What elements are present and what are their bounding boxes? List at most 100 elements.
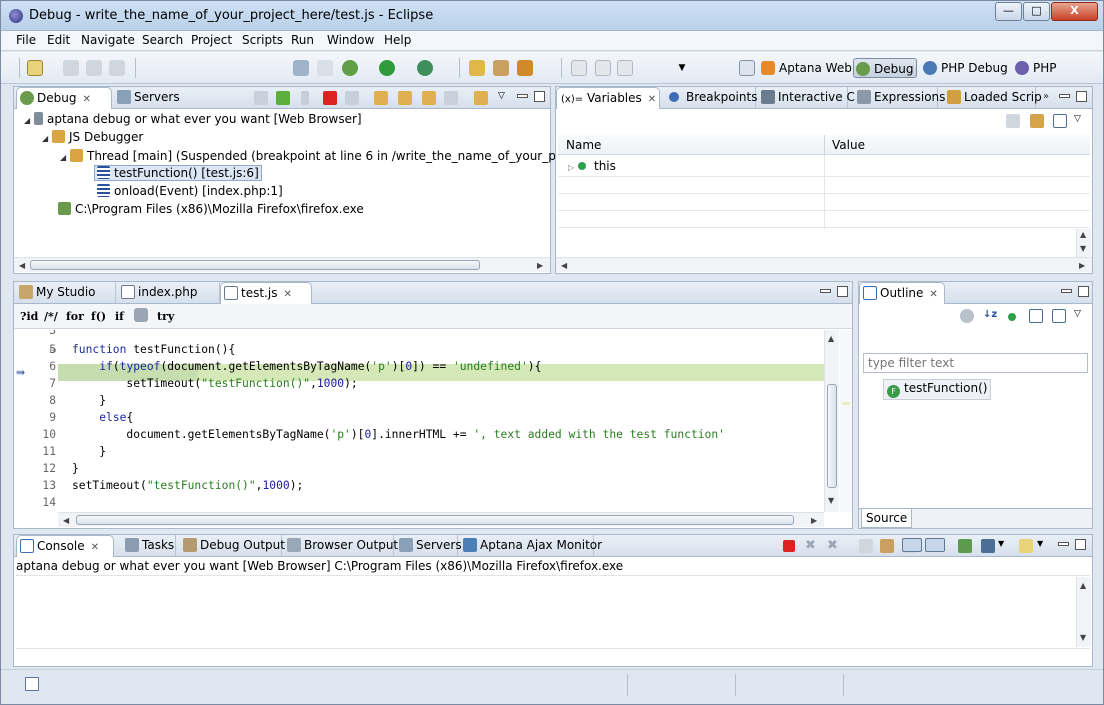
debug-bug-icon[interactable]	[342, 60, 358, 76]
outline-item-testfunction[interactable]: FtestFunction()	[883, 379, 992, 400]
suspend-icon[interactable]	[301, 91, 309, 105]
tab-tasks[interactable]: Tasks	[122, 535, 176, 557]
menu-search[interactable]: Search	[142, 33, 183, 47]
deploy-icon[interactable]	[517, 60, 533, 76]
expand-icon[interactable]: ◢	[42, 134, 52, 143]
fast-view-icon[interactable]	[25, 677, 39, 691]
expand-icon[interactable]: ▷	[568, 163, 578, 172]
display-console-icon[interactable]	[981, 539, 995, 553]
remove-all-icon[interactable]: ✖	[827, 539, 841, 553]
step-filters-icon[interactable]	[474, 91, 488, 105]
expand-icon[interactable]: ◢	[60, 153, 70, 162]
tree-launch[interactable]: ◢ aptana debug or what ever you want [Web…	[24, 112, 362, 126]
horizontal-scrollbar[interactable]: ◀ ▶	[14, 257, 550, 272]
scroll-right-icon[interactable]: ▶	[811, 516, 817, 525]
show-whitespace-icon[interactable]	[595, 60, 611, 76]
variable-row-this[interactable]: ▷ this	[568, 159, 616, 173]
close-icon[interactable]: ✕	[82, 94, 90, 105]
snippet-id[interactable]: ?id	[20, 310, 38, 323]
snippet-trident-icon[interactable]	[134, 308, 148, 322]
remove-launch-icon[interactable]: ✖	[805, 539, 819, 553]
minimize-view-icon[interactable]	[1058, 542, 1069, 546]
column-divider[interactable]	[824, 135, 825, 155]
minimize-view-icon[interactable]	[1061, 289, 1072, 293]
horizontal-scrollbar[interactable]: ◀ ▶	[58, 512, 824, 527]
tab-ajax-monitor[interactable]: Aptana Ajax Monitor	[460, 535, 602, 557]
minimize-view-icon[interactable]	[517, 94, 528, 98]
hide-fields-icon[interactable]	[960, 309, 974, 323]
new-file-icon[interactable]	[27, 60, 43, 76]
maximize-view-icon[interactable]	[534, 91, 545, 102]
stack-frame-selected[interactable]: testFunction() [test.js:6]	[94, 165, 262, 181]
outline-filter-input[interactable]	[863, 353, 1088, 373]
scroll-down-icon[interactable]: ▼	[1080, 244, 1086, 253]
new-console-icon[interactable]	[1019, 539, 1033, 553]
hide-non-public-icon[interactable]	[1008, 313, 1016, 321]
tree-process[interactable]: C:\Program Files (x86)\Mozilla Firefox\f…	[58, 202, 364, 216]
tab-servers-console[interactable]: Servers	[396, 535, 462, 557]
tab-test-js[interactable]: test.js ✕	[220, 282, 312, 304]
snippet-if[interactable]: if	[115, 310, 124, 323]
scroll-left-icon[interactable]: ◀	[561, 261, 567, 270]
scroll-up-icon[interactable]: ▲	[1080, 230, 1086, 239]
scroll-down-icon[interactable]: ▼	[828, 496, 834, 505]
maximize-button[interactable]: □	[1023, 2, 1050, 21]
overview-marker[interactable]	[842, 402, 850, 405]
view-menu-icon[interactable]: ▽	[498, 91, 512, 105]
show-type-names-icon[interactable]	[1006, 114, 1020, 128]
menu-run[interactable]: Run	[291, 33, 314, 47]
tree-debugger[interactable]: ◢ JS Debugger	[42, 130, 143, 144]
tab-expressions[interactable]: Expressions	[854, 87, 945, 109]
step-icon[interactable]	[317, 60, 333, 76]
scroll-up-icon[interactable]: ▲	[828, 334, 834, 343]
disconnect-icon[interactable]	[345, 91, 359, 105]
step-into-icon[interactable]	[374, 91, 388, 105]
block-select-icon[interactable]	[617, 60, 633, 76]
perspective-php-debug[interactable]: PHP Debug	[921, 58, 1012, 78]
collapse-all-icon[interactable]	[1029, 309, 1043, 323]
menu-edit[interactable]: Edit	[47, 33, 70, 47]
tab-breakpoints[interactable]: Breakpoints	[666, 87, 757, 109]
more-tabs-icon[interactable]: »	[1043, 91, 1057, 105]
menu-scripts[interactable]: Scripts	[242, 33, 283, 47]
print-icon[interactable]	[109, 60, 125, 76]
minimize-button[interactable]: —	[995, 2, 1022, 21]
remove-launch-icon[interactable]	[254, 91, 268, 105]
open-console-icon[interactable]	[958, 539, 972, 553]
save-icon[interactable]	[63, 60, 79, 76]
vertical-scrollbar[interactable]: ▲ ▼	[824, 330, 839, 512]
scroll-down-icon[interactable]: ▼	[1080, 633, 1086, 642]
run-icon[interactable]	[379, 60, 395, 76]
maximize-view-icon[interactable]	[1078, 286, 1089, 297]
scrollbar-thumb[interactable]	[827, 384, 837, 488]
scroll-up-icon[interactable]: ▲	[1080, 581, 1086, 590]
minimize-view-icon[interactable]	[820, 289, 831, 293]
save-all-icon[interactable]	[86, 60, 102, 76]
close-icon[interactable]: ✕	[929, 289, 937, 300]
chevron-down-icon[interactable]: ▼	[998, 539, 1012, 553]
maximize-view-icon[interactable]	[1075, 539, 1086, 550]
scroll-right-icon[interactable]: ▶	[537, 261, 543, 270]
menu-file[interactable]: File	[16, 33, 36, 47]
tab-variables[interactable]: (x)= Variables ✕	[556, 87, 660, 109]
menu-project[interactable]: Project	[191, 33, 232, 47]
view-menu-icon[interactable]: ▽	[1074, 309, 1088, 323]
column-value[interactable]: Value	[832, 138, 865, 152]
scroll-left-icon[interactable]: ◀	[63, 516, 69, 525]
tab-interactive-console[interactable]: Interactive C	[758, 87, 855, 109]
snippet-comment[interactable]: /*/	[44, 310, 58, 323]
close-button[interactable]: X	[1051, 2, 1098, 21]
scrollbar-thumb[interactable]	[30, 260, 480, 270]
show-logical-icon[interactable]	[1030, 114, 1044, 128]
drop-to-frame-icon[interactable]	[444, 91, 458, 105]
resume-icon[interactable]	[276, 91, 290, 105]
vertical-scrollbar[interactable]: ▲ ▼	[1076, 577, 1091, 647]
tab-index-php[interactable]: index.php	[118, 282, 220, 304]
maximize-view-icon[interactable]	[837, 286, 848, 297]
stack-frame[interactable]: onload(Event) [index.php:1]	[97, 184, 283, 198]
show-on-stdout-icon[interactable]	[902, 538, 922, 552]
tab-debug[interactable]: Debug ✕	[16, 87, 112, 109]
open-resource-icon[interactable]	[493, 60, 509, 76]
tree-thread[interactable]: ◢ Thread [main] (Suspended (breakpoint at…	[60, 149, 604, 163]
scroll-lock-icon[interactable]	[880, 539, 894, 553]
